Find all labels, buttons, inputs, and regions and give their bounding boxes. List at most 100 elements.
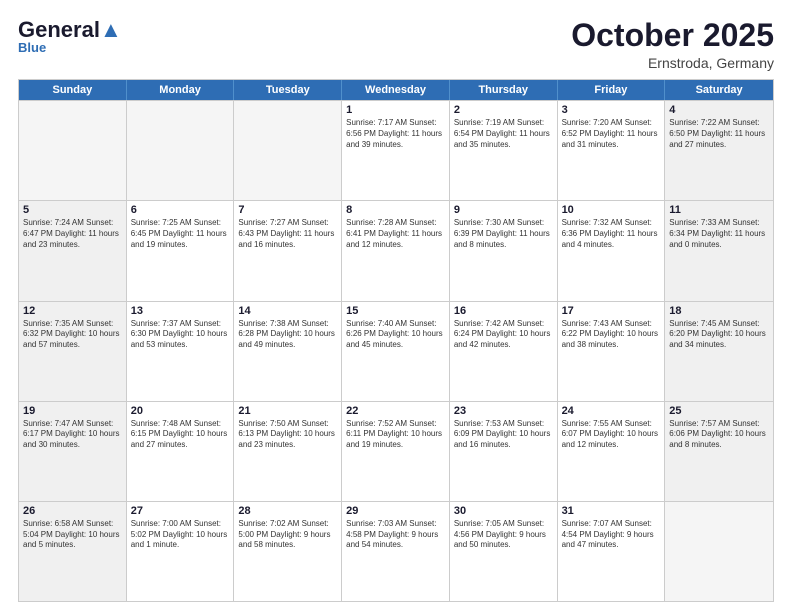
cell-info: Sunrise: 7:28 AM Sunset: 6:41 PM Dayligh… [346,218,445,250]
calendar-cell: 8 Sunrise: 7:28 AM Sunset: 6:41 PM Daylig… [342,201,450,300]
calendar-cell: 30 Sunrise: 7:05 AM Sunset: 4:56 PM Dayli… [450,502,558,601]
calendar-cell: 19 Sunrise: 7:47 AM Sunset: 6:17 PM Dayli… [19,402,127,501]
weekday-header: Tuesday [234,80,342,100]
day-number: 16 [454,305,553,317]
calendar-cell: 28 Sunrise: 7:02 AM Sunset: 5:00 PM Dayli… [234,502,342,601]
page: General▲ Blue October 2025 Ernstroda, Ge… [0,0,792,612]
cell-info: Sunrise: 7:38 AM Sunset: 6:28 PM Dayligh… [238,319,337,351]
calendar-cell [234,101,342,200]
cell-info: Sunrise: 7:45 AM Sunset: 6:20 PM Dayligh… [669,319,769,351]
calendar-cell: 21Sunrise: 7:50 AM Sunset: 6:13 PM Dayli… [234,402,342,501]
calendar-body: 1Sunrise: 7:17 AM Sunset: 6:56 PM Daylig… [19,100,773,601]
calendar-cell: 3Sunrise: 7:20 AM Sunset: 6:52 PM Daylig… [558,101,666,200]
cell-info: Sunrise: 7:35 AM Sunset: 6:32 PM Dayligh… [23,319,122,351]
calendar-row: 1Sunrise: 7:17 AM Sunset: 6:56 PM Daylig… [19,100,773,200]
calendar-row: 26Sunrise: 6:58 AM Sunset: 5:04 PM Dayli… [19,501,773,601]
calendar-cell [127,101,235,200]
calendar-cell: 22 Sunrise: 7:52 AM Sunset: 6:11 PM Dayli… [342,402,450,501]
calendar-cell [665,502,773,601]
cell-info: Sunrise: 7:48 AM Sunset: 6:15 PM Dayligh… [131,419,230,451]
day-number: 14 [238,305,337,317]
logo-text: General▲ [18,18,122,42]
calendar-cell: 24 Sunrise: 7:55 AM Sunset: 6:07 PM Dayli… [558,402,666,501]
cell-info: Sunrise: 7:42 AM Sunset: 6:24 PM Dayligh… [454,319,553,351]
cell-info: Sunrise: 7:50 AM Sunset: 6:13 PM Dayligh… [238,419,337,451]
cell-info: Sunrise: 7:03 AM Sunset: 4:58 PM Dayligh… [346,519,445,551]
calendar-cell: 1Sunrise: 7:17 AM Sunset: 6:56 PM Daylig… [342,101,450,200]
calendar-cell: 13Sunrise: 7:37 AM Sunset: 6:30 PM Dayli… [127,302,235,401]
calendar-cell: 14 Sunrise: 7:38 AM Sunset: 6:28 PM Dayli… [234,302,342,401]
day-number: 28 [238,505,337,517]
calendar-row: 5 Sunrise: 7:24 AM Sunset: 6:47 PM Daylig… [19,200,773,300]
logo: General▲ Blue [18,18,122,55]
day-number: 31 [562,505,661,517]
day-number: 12 [23,305,122,317]
calendar-header: SundayMondayTuesdayWednesdayThursdayFrid… [19,80,773,100]
calendar-cell: 20 Sunrise: 7:48 AM Sunset: 6:15 PM Dayli… [127,402,235,501]
cell-info: Sunrise: 7:32 AM Sunset: 6:36 PM Dayligh… [562,218,661,250]
calendar-cell: 27Sunrise: 7:00 AM Sunset: 5:02 PM Dayli… [127,502,235,601]
weekday-header: Friday [558,80,666,100]
weekday-header: Saturday [665,80,773,100]
day-number: 2 [454,104,553,116]
day-number: 20 [131,405,230,417]
calendar-cell: 10 Sunrise: 7:32 AM Sunset: 6:36 PM Dayli… [558,201,666,300]
day-number: 23 [454,405,553,417]
cell-info: Sunrise: 7:27 AM Sunset: 6:43 PM Dayligh… [238,218,337,250]
day-number: 15 [346,305,445,317]
day-number: 19 [23,405,122,417]
day-number: 22 [346,405,445,417]
weekday-header: Wednesday [342,80,450,100]
calendar-cell: 2 Sunrise: 7:19 AM Sunset: 6:54 PM Daylig… [450,101,558,200]
day-number: 24 [562,405,661,417]
day-number: 10 [562,204,661,216]
cell-info: Sunrise: 7:40 AM Sunset: 6:26 PM Dayligh… [346,319,445,351]
cell-info: Sunrise: 7:25 AM Sunset: 6:45 PM Dayligh… [131,218,230,250]
weekday-header: Thursday [450,80,558,100]
month-title: October 2025 [571,18,774,53]
calendar-row: 19 Sunrise: 7:47 AM Sunset: 6:17 PM Dayli… [19,401,773,501]
day-number: 3 [562,104,661,116]
day-number: 7 [238,204,337,216]
title-block: October 2025 Ernstroda, Germany [571,18,774,71]
day-number: 30 [454,505,553,517]
cell-info: Sunrise: 7:52 AM Sunset: 6:11 PM Dayligh… [346,419,445,451]
cell-info: Sunrise: 7:33 AM Sunset: 6:34 PM Dayligh… [669,218,769,250]
calendar-cell: 25Sunrise: 7:57 AM Sunset: 6:06 PM Dayli… [665,402,773,501]
day-number: 5 [23,204,122,216]
calendar-cell: 23 Sunrise: 7:53 AM Sunset: 6:09 PM Dayli… [450,402,558,501]
day-number: 17 [562,305,661,317]
cell-info: Sunrise: 7:05 AM Sunset: 4:56 PM Dayligh… [454,519,553,551]
calendar-cell: 6Sunrise: 7:25 AM Sunset: 6:45 PM Daylig… [127,201,235,300]
calendar-cell: 29 Sunrise: 7:03 AM Sunset: 4:58 PM Dayli… [342,502,450,601]
day-number: 4 [669,104,769,116]
calendar-cell: 5 Sunrise: 7:24 AM Sunset: 6:47 PM Daylig… [19,201,127,300]
logo-sub: Blue [18,40,46,55]
calendar-cell: 31 Sunrise: 7:07 AM Sunset: 4:54 PM Dayli… [558,502,666,601]
calendar-row: 12 Sunrise: 7:35 AM Sunset: 6:32 PM Dayli… [19,301,773,401]
day-number: 8 [346,204,445,216]
cell-info: Sunrise: 7:02 AM Sunset: 5:00 PM Dayligh… [238,519,337,551]
calendar-cell: 11Sunrise: 7:33 AM Sunset: 6:34 PM Dayli… [665,201,773,300]
cell-info: Sunrise: 7:30 AM Sunset: 6:39 PM Dayligh… [454,218,553,250]
calendar-cell: 12 Sunrise: 7:35 AM Sunset: 6:32 PM Dayli… [19,302,127,401]
day-number: 18 [669,305,769,317]
calendar-cell: 18 Sunrise: 7:45 AM Sunset: 6:20 PM Dayli… [665,302,773,401]
day-number: 29 [346,505,445,517]
cell-info: Sunrise: 7:22 AM Sunset: 6:50 PM Dayligh… [669,118,769,150]
cell-info: Sunrise: 7:47 AM Sunset: 6:17 PM Dayligh… [23,419,122,451]
cell-info: Sunrise: 7:19 AM Sunset: 6:54 PM Dayligh… [454,118,553,150]
cell-info: Sunrise: 7:57 AM Sunset: 6:06 PM Dayligh… [669,419,769,451]
cell-info: Sunrise: 7:37 AM Sunset: 6:30 PM Dayligh… [131,319,230,351]
cell-info: Sunrise: 7:07 AM Sunset: 4:54 PM Dayligh… [562,519,661,551]
calendar-cell: 16 Sunrise: 7:42 AM Sunset: 6:24 PM Dayli… [450,302,558,401]
cell-info: Sunrise: 7:00 AM Sunset: 5:02 PM Dayligh… [131,519,230,551]
weekday-header: Monday [127,80,235,100]
cell-info: Sunrise: 7:55 AM Sunset: 6:07 PM Dayligh… [562,419,661,451]
logo-blue: ▲ [100,17,122,42]
cell-info: Sunrise: 6:58 AM Sunset: 5:04 PM Dayligh… [23,519,122,551]
cell-info: Sunrise: 7:24 AM Sunset: 6:47 PM Dayligh… [23,218,122,250]
header: General▲ Blue October 2025 Ernstroda, Ge… [18,18,774,71]
weekday-header: Sunday [19,80,127,100]
cell-info: Sunrise: 7:53 AM Sunset: 6:09 PM Dayligh… [454,419,553,451]
